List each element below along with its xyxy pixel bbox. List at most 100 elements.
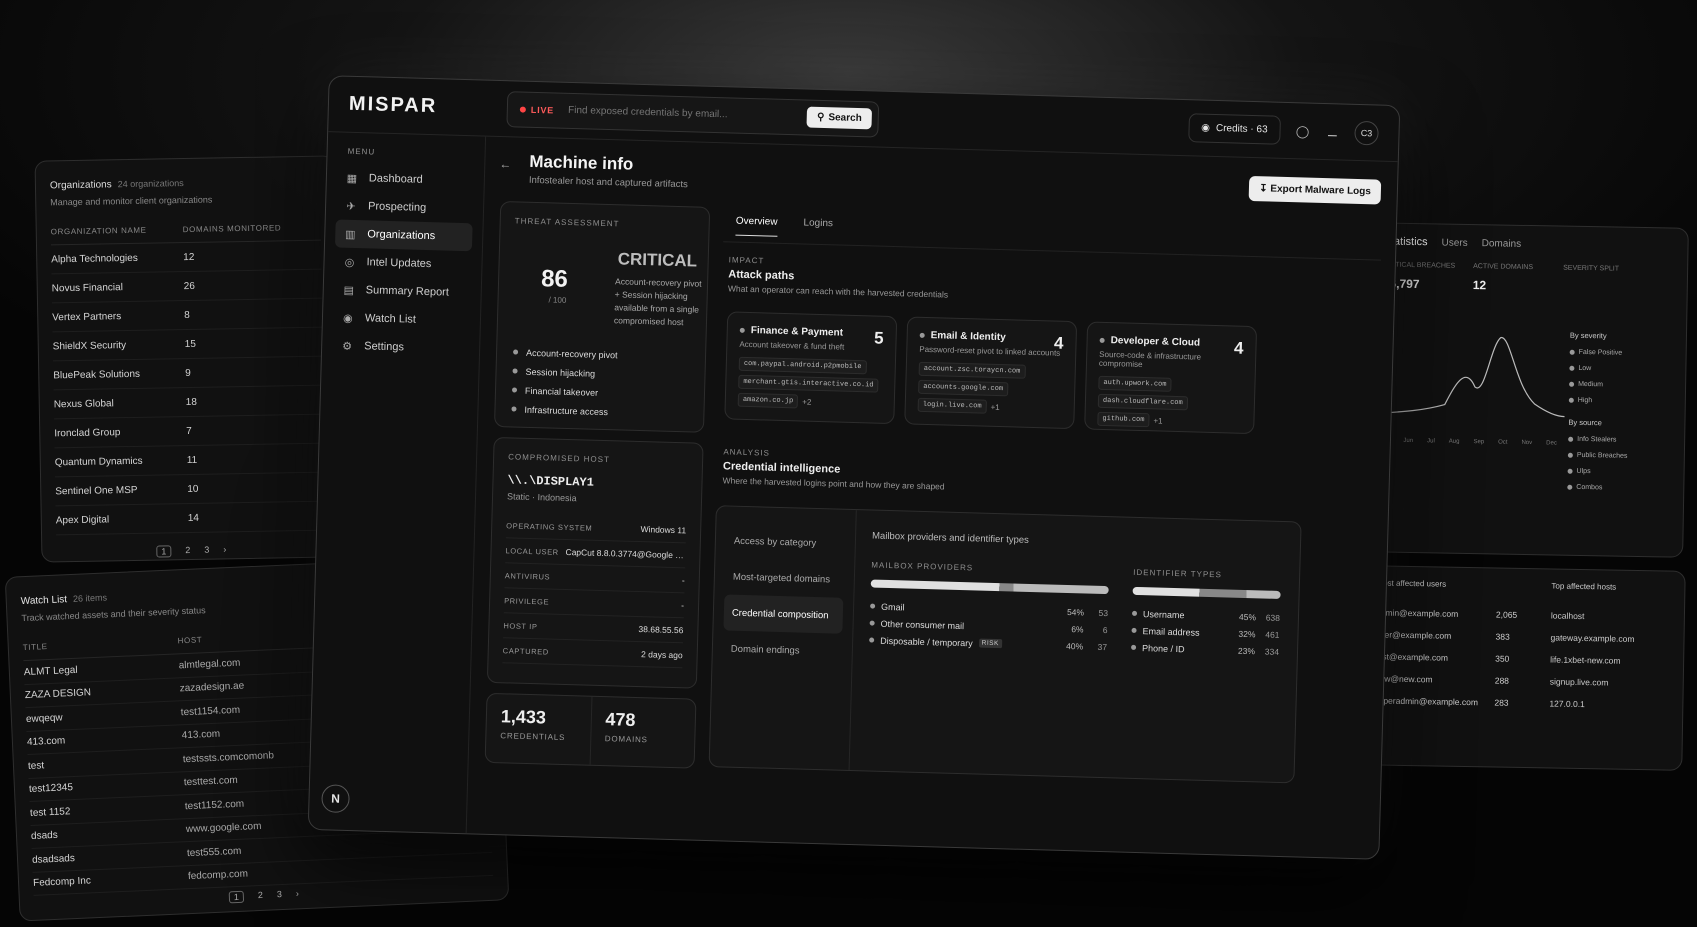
affected-user: test@example.com <box>1375 651 1449 663</box>
threat-bullet: Infrastructure access <box>511 399 616 421</box>
page-link[interactable]: › <box>296 888 300 900</box>
orgs-pagination: 1 2 3 › <box>56 543 326 560</box>
more-count[interactable]: +1 <box>1153 416 1162 425</box>
sidebar-item-summary-report[interactable]: ▤ Summary Report <box>333 275 471 307</box>
analysis-menu-item[interactable]: Domain endings <box>722 630 842 669</box>
avatar[interactable]: C3 <box>1354 120 1379 146</box>
threat-bullet-text: Financial takeover <box>524 385 599 398</box>
tab-logins[interactable]: Logins <box>803 217 833 238</box>
table-row[interactable]: Ironclad Group 7 <box>54 414 325 449</box>
tab-domains[interactable]: Domains <box>1482 238 1522 250</box>
domain-chip[interactable]: account.zsc.toraycn.com <box>918 361 1026 379</box>
path-dot-icon <box>1099 337 1105 343</box>
table-row[interactable]: Apex Digital 14 <box>55 501 327 536</box>
cell-secondary: 26 <box>183 280 195 292</box>
table-row[interactable]: Sentinel One MSP 10 <box>55 472 326 507</box>
affected-user-row[interactable]: superadmin@example.com 283 <box>1374 689 1549 714</box>
page-link[interactable]: 3 <box>277 889 283 901</box>
table-row[interactable]: Quantum Dynamics 11 <box>54 443 326 478</box>
analysis-menu-item[interactable]: Access by category <box>725 522 845 561</box>
affected-host-row[interactable]: localhost <box>1551 604 1672 628</box>
sidebar-item-settings[interactable]: ⚙ Settings <box>332 331 470 363</box>
affected-host-row[interactable]: life.1xbet-new.com <box>1550 648 1671 672</box>
attack-path-card[interactable]: Developer & Cloud 4 Source-code & infrastr… <box>1084 321 1258 435</box>
gear-icon: ⚙ <box>342 340 353 353</box>
affected-host-row[interactable]: 127.0.0.1 <box>1549 692 1670 716</box>
table-row[interactable]: Alpha Technologies 12 <box>50 240 322 275</box>
organizations-panel: Organizations 24 organizations Manage and… <box>34 155 342 563</box>
tab-users[interactable]: Users <box>1441 237 1467 248</box>
table-row[interactable]: ShieldX Security 15 <box>52 327 323 362</box>
legend-percent: 23% <box>1237 645 1256 656</box>
attack-path-card[interactable]: Email & Identity 4 Password-reset pivot to… <box>904 316 1078 430</box>
table-row[interactable]: BluePeak Solutions 9 <box>53 356 324 391</box>
domain-chip[interactable]: merchant.gtis.interactive.co.id <box>738 374 879 393</box>
page-link[interactable]: 1 <box>228 890 245 904</box>
analysis-menu-item[interactable]: Credential composition <box>723 594 844 634</box>
attack-path-card[interactable]: Finance & Payment 5 Account takeover & fun… <box>724 311 898 425</box>
theme-icon[interactable]: ◯ <box>1294 123 1310 139</box>
search-button[interactable]: ⚲ Search <box>806 106 873 130</box>
bullet-dot-icon <box>511 406 517 412</box>
orgs-table: ORGANIZATION NAME DOMAINS MONITORED Alpha… <box>50 222 327 536</box>
domain-chip[interactable]: accounts.google.com <box>918 379 1009 397</box>
building-icon: ▥ <box>344 228 356 241</box>
sidebar-item-organizations[interactable]: ▥ Organizations <box>334 219 473 252</box>
more-count[interactable]: +2 <box>802 397 811 406</box>
domain-chip[interactable]: com.paypal.android.p2pmobile <box>738 356 867 375</box>
credentials-count: 1,433 <box>500 706 547 728</box>
domain-chips: auth.upwork.com dash.cloudflare.com github… <box>1097 375 1242 430</box>
page-link[interactable]: 2 <box>185 545 190 557</box>
breakdown-dot-icon <box>1568 436 1574 442</box>
page-link[interactable]: 3 <box>204 545 209 557</box>
sidebar-item-dashboard[interactable]: ▦ Dashboard <box>337 163 475 195</box>
sidebar-item-label: Intel Updates <box>366 256 432 271</box>
page-link[interactable]: 1 <box>156 545 172 558</box>
back-arrow-icon[interactable]: ← <box>499 157 511 171</box>
search-input[interactable] <box>567 104 808 123</box>
breakdown-dot-icon <box>1567 468 1573 474</box>
affected-user-row[interactable]: new@new.com 288 <box>1375 667 1550 692</box>
breakdown-label: Ulps <box>1576 467 1591 475</box>
more-count[interactable]: +1 <box>990 402 999 411</box>
live-dot-icon <box>519 106 526 113</box>
sidebar-item-intel-updates[interactable]: ◎ Intel Updates <box>334 247 472 279</box>
host-row-value: Windows 11 <box>640 524 687 536</box>
source-head: By source <box>1568 417 1602 428</box>
affected-user-row[interactable]: user@example.com 383 <box>1375 623 1550 648</box>
affected-user-row[interactable]: test@example.com 350 <box>1375 645 1550 670</box>
host-row-key: ANTIVIRUS <box>504 570 551 582</box>
sidebar-item-watch-list[interactable]: ◉ Watch List <box>333 303 471 335</box>
table-row[interactable]: Novus Financial 26 <box>51 269 322 304</box>
table-row[interactable]: Nexus Global 18 <box>53 385 324 420</box>
path-dot-icon <box>739 327 745 333</box>
export-logs-button[interactable]: ↧ Export Malware Logs <box>1248 175 1382 205</box>
user-badge[interactable]: N <box>321 784 350 814</box>
page-link[interactable]: › <box>223 544 226 556</box>
legend-count: 6 <box>1102 624 1108 635</box>
bell-icon[interactable]: ⚊ <box>1324 124 1340 140</box>
domain-chip[interactable]: github.com <box>1097 411 1150 428</box>
credits-button[interactable]: ◉ Credits · 63 <box>1187 113 1281 145</box>
breakdown-dot-icon <box>1569 349 1575 355</box>
domain-chip[interactable]: dash.cloudflare.com <box>1097 393 1188 411</box>
affected-host-row[interactable]: gateway.example.com <box>1550 626 1671 650</box>
affected-host-row[interactable]: signup.live.com <box>1550 670 1671 694</box>
analysis-menu-item[interactable]: Most-targeted domains <box>724 558 844 597</box>
cell-secondary: 9 <box>185 367 191 379</box>
mailbox-bar <box>870 579 1109 595</box>
search-icon: ⚲ <box>816 111 825 124</box>
domain-chip[interactable]: auth.upwork.com <box>1098 375 1172 392</box>
sidebar-item-prospecting[interactable]: ✈ Prospecting <box>336 191 474 223</box>
domain-chip[interactable]: login.live.com <box>917 397 987 414</box>
legend-dot-icon <box>869 637 875 643</box>
page-link[interactable]: 2 <box>258 890 264 902</box>
legend-percent: 32% <box>1238 628 1256 639</box>
domain-chip[interactable]: amazon.co.jp <box>737 392 799 409</box>
watch-title: Watch List <box>20 594 68 608</box>
table-row[interactable]: Vertex Partners 8 <box>52 298 323 333</box>
tab-overview[interactable]: Overview <box>735 215 778 237</box>
affected-user-count: 283 <box>1494 697 1509 708</box>
menu-label: MENU <box>347 146 376 157</box>
affected-user-row[interactable]: admin@example.com 2,065 <box>1376 601 1551 626</box>
